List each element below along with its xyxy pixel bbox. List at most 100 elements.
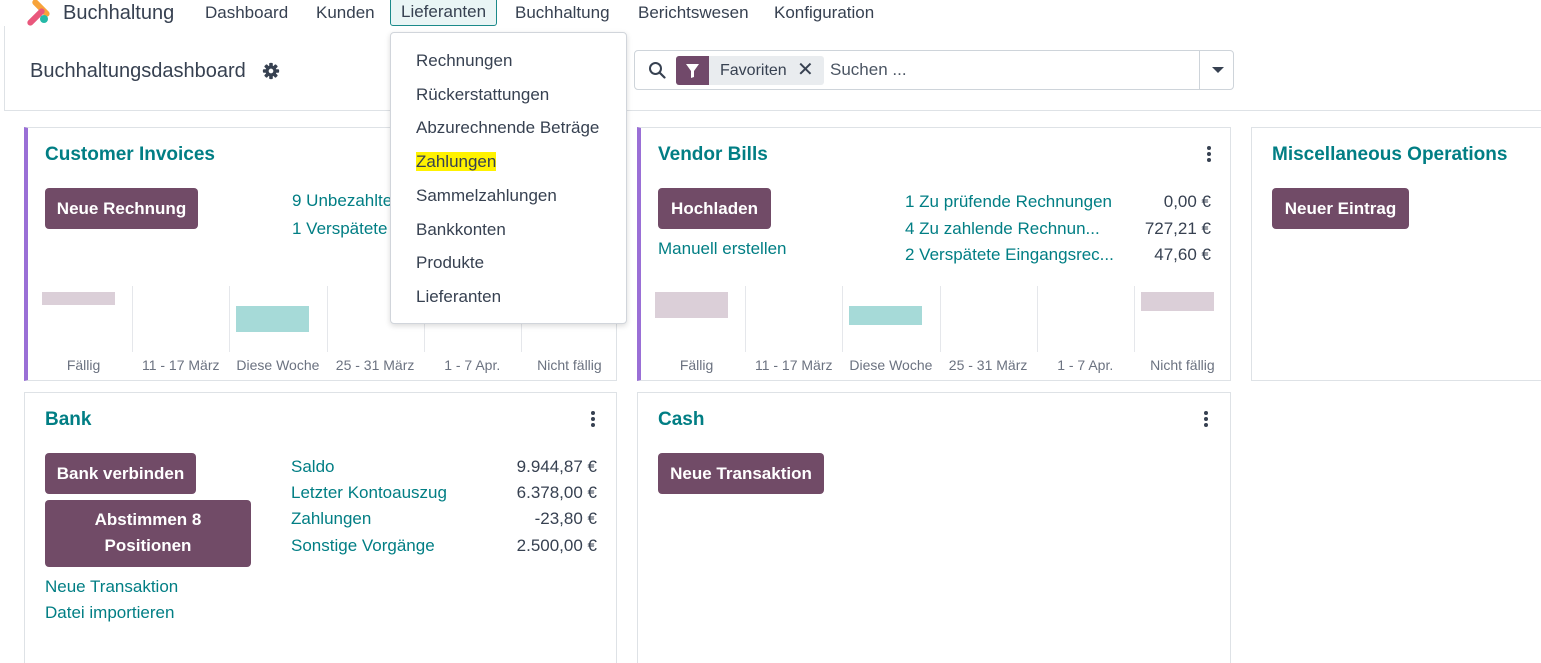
cash-card: Cash Neue Transaktion <box>637 392 1231 663</box>
bank-card: Bank Bank verbinden Abstimmen 8 Position… <box>24 392 617 663</box>
kebab-menu-icon[interactable] <box>1207 146 1211 162</box>
new-entry-button[interactable]: Neuer Eintrag <box>1272 188 1409 229</box>
control-panel-divider <box>4 110 1541 111</box>
dropdown-item-produkte[interactable]: Produkte <box>416 253 484 273</box>
unpaid-invoices-link[interactable]: 9 Unbezahlte <box>292 191 392 211</box>
chart-bar[interactable] <box>236 306 310 332</box>
nav-kunden[interactable]: Kunden <box>316 3 375 23</box>
dropdown-item-sammelzahlungen[interactable]: Sammelzahlungen <box>416 186 557 206</box>
dropdown-item-label: Zahlungen <box>416 152 497 171</box>
chart-tick-label: Fällig <box>679 357 714 373</box>
chart-gridline <box>229 286 231 352</box>
search-options-toggle[interactable] <box>1199 51 1234 89</box>
dropdown-item-rueckerstattungen[interactable]: Rückerstattungen <box>416 85 549 105</box>
dropdown-item-abzurechnende-betraege[interactable]: Abzurechnende Beträge <box>416 118 599 138</box>
search-bar: Favoriten ✕ <box>634 50 1234 90</box>
chart-bar[interactable] <box>655 292 729 318</box>
chart-gridline <box>842 286 844 352</box>
kebab-menu-icon[interactable] <box>591 411 595 427</box>
dropdown-item-bankkonten[interactable]: Bankkonten <box>416 220 506 240</box>
card-title[interactable]: Bank <box>45 409 91 431</box>
card-title[interactable]: Cash <box>658 409 704 431</box>
chart-tick-label: Nicht fällig <box>537 357 602 373</box>
new-invoice-button[interactable]: Neue Rechnung <box>45 188 198 229</box>
bank-row-label[interactable]: Sonstige Vorgänge <box>291 536 435 556</box>
chart-tick-label: 11 - 17 März <box>754 357 833 373</box>
nav-buchhaltung[interactable]: Buchhaltung <box>515 3 610 23</box>
chart-tick-label: Diese Woche <box>849 357 933 373</box>
chart-gridline <box>132 286 134 352</box>
connect-bank-button[interactable]: Bank verbinden <box>45 453 196 494</box>
card-title[interactable]: Customer Invoices <box>45 144 215 166</box>
late-bills-amount: 47,60 € <box>1154 245 1211 264</box>
top-navbar: Buchhaltung Dashboard Kunden Lieferanten… <box>0 0 1541 26</box>
search-facet: Favoriten ✕ <box>676 56 824 85</box>
caret-down-icon <box>1212 67 1224 73</box>
kebab-menu-icon[interactable] <box>1204 411 1208 427</box>
chart-gridline <box>326 286 328 352</box>
chart-tick-label: Diese Woche <box>236 357 320 373</box>
dropdown-item-label: Produkte <box>416 253 485 272</box>
nav-konfiguration[interactable]: Konfiguration <box>774 3 874 23</box>
filter-icon <box>676 56 709 85</box>
close-icon[interactable]: ✕ <box>797 57 814 82</box>
vendor-bills-chart: Fällig 11 - 17 März Diese Woche 25 - 31 Mär… <box>648 286 1231 380</box>
late-bills-link[interactable]: 2 Verspätete Eingangsrec... <box>905 245 1114 265</box>
chart-bar[interactable] <box>849 306 923 325</box>
new-transaction-button[interactable]: Neue Transaktion <box>658 453 824 494</box>
vendor-bills-card: Vendor Bills Hochladen Manuell erstellen… <box>637 127 1231 381</box>
page-title: Buchhaltungsdashboard <box>30 60 246 82</box>
dropdown-item-label: Sammelzahlungen <box>416 186 557 205</box>
chart-tick-label: Nicht fällig <box>1150 357 1215 373</box>
bank-row-amount: 6.378,00 € <box>516 483 597 502</box>
nav-lieferanten[interactable]: Lieferanten <box>390 0 498 26</box>
bills-to-check-link[interactable]: 1 Zu prüfende Rechnungen <box>905 192 1112 212</box>
import-file-link[interactable]: Datei importieren <box>45 603 174 623</box>
app-logo-icon[interactable] <box>23 0 51 26</box>
dropdown-item-rechnungen[interactable]: Rechnungen <box>416 51 512 71</box>
chart-tick-label: Fällig <box>66 357 101 373</box>
chart-tick-label: 25 - 31 März <box>948 357 1028 373</box>
nav-berichtswesen[interactable]: Berichtswesen <box>638 3 749 23</box>
dropdown-item-label: Bankkonten <box>416 220 506 239</box>
panel-border <box>4 26 5 110</box>
nav-dashboard[interactable]: Dashboard <box>205 3 288 23</box>
bank-row-amount: 9.944,87 € <box>516 457 597 476</box>
bank-row-amount: 2.500,00 € <box>516 536 597 555</box>
card-title[interactable]: Vendor Bills <box>658 144 768 166</box>
dropdown-item-label: Rechnungen <box>416 51 513 70</box>
lieferanten-dropdown: Rechnungen Rückerstattungen Abzurechnend… <box>390 32 627 324</box>
facet-label: Favoriten <box>720 62 787 79</box>
bills-to-pay-link[interactable]: 4 Zu zahlende Rechnun... <box>905 219 1100 239</box>
dropdown-item-lieferanten[interactable]: Lieferanten <box>416 287 501 307</box>
bank-row-label[interactable]: Zahlungen <box>291 509 371 529</box>
chart-tick-label: 25 - 31 März <box>335 357 415 373</box>
chart-tick-label: 1 - 7 Apr. <box>1057 357 1114 373</box>
dropdown-item-label: Lieferanten <box>416 287 502 306</box>
chart-gridline <box>1036 286 1038 352</box>
chart-bar[interactable] <box>1140 292 1214 311</box>
bank-row-label[interactable]: Saldo <box>291 457 334 477</box>
chart-gridline <box>745 286 747 352</box>
manual-create-link[interactable]: Manuell erstellen <box>658 239 787 259</box>
late-invoices-link[interactable]: 1 Verspätete <box>292 219 387 239</box>
reconcile-button[interactable]: Abstimmen 8 Positionen <box>45 500 251 567</box>
dropdown-item-zahlungen[interactable]: Zahlungen <box>416 152 497 172</box>
gear-icon[interactable] <box>262 62 280 80</box>
bank-row-amount: -23,80 € <box>534 509 597 528</box>
search-input[interactable] <box>830 59 1190 81</box>
card-title[interactable]: Miscellaneous Operations <box>1272 144 1507 166</box>
app-name[interactable]: Buchhaltung <box>63 2 174 25</box>
chart-bar[interactable] <box>42 292 116 305</box>
chart-gridline <box>1133 286 1135 352</box>
upload-button[interactable]: Hochladen <box>658 188 771 229</box>
chart-tick-label: 11 - 17 März <box>141 357 220 373</box>
dropdown-item-label: Rückerstattungen <box>416 85 550 104</box>
bank-row-label[interactable]: Letzter Kontoauszug <box>291 483 447 503</box>
bills-to-pay-amount: 727,21 € <box>1144 219 1211 238</box>
new-transaction-link[interactable]: Neue Transaktion <box>45 577 178 597</box>
search-icon[interactable] <box>648 61 666 79</box>
bills-to-check-amount: 0,00 € <box>1163 192 1211 211</box>
dropdown-item-label: Abzurechnende Beträge <box>416 118 600 137</box>
misc-operations-card: Miscellaneous Operations Neuer Eintrag <box>1251 127 1541 381</box>
